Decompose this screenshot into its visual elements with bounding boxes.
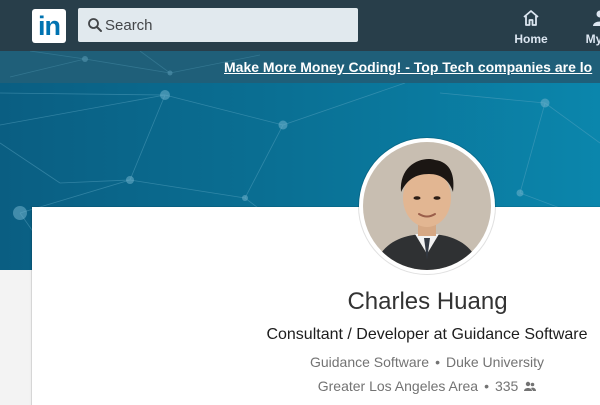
nav-home[interactable]: Home bbox=[501, 8, 561, 46]
separator: • bbox=[435, 354, 440, 370]
promo-banner: Make More Money Coding! - Top Tech compa… bbox=[0, 51, 600, 83]
location: Greater Los Angeles Area bbox=[317, 378, 479, 394]
logo-text: in bbox=[38, 11, 61, 41]
connections-count[interactable]: 335 bbox=[495, 378, 518, 394]
top-nav: in Home My N bbox=[0, 0, 600, 51]
profile-location-row: Greater Los Angeles Area • 335 bbox=[257, 378, 597, 394]
connections-icon bbox=[524, 381, 537, 391]
avatar bbox=[363, 142, 491, 270]
profile-name: Charles Huang bbox=[347, 288, 508, 315]
profile-headline: Consultant / Developer at Guidance Softw… bbox=[266, 326, 588, 343]
my-network-icon bbox=[593, 10, 600, 26]
search-icon bbox=[88, 18, 102, 32]
profile-affiliations: Guidance Software • Duke University bbox=[257, 354, 597, 370]
school[interactable]: Duke University bbox=[446, 354, 544, 370]
separator: • bbox=[484, 378, 489, 394]
nav-my-network-label: My N bbox=[585, 32, 600, 46]
profile-photo[interactable] bbox=[359, 138, 495, 274]
current-company[interactable]: Guidance Software bbox=[310, 354, 429, 370]
linkedin-logo[interactable]: in bbox=[32, 9, 66, 43]
search-box[interactable] bbox=[78, 8, 358, 42]
promo-link[interactable]: Make More Money Coding! - Top Tech compa… bbox=[224, 59, 592, 75]
search-input[interactable] bbox=[105, 8, 350, 42]
home-icon bbox=[523, 10, 539, 26]
nav-my-network[interactable]: My N bbox=[570, 8, 600, 46]
nav-home-label: Home bbox=[514, 32, 548, 46]
